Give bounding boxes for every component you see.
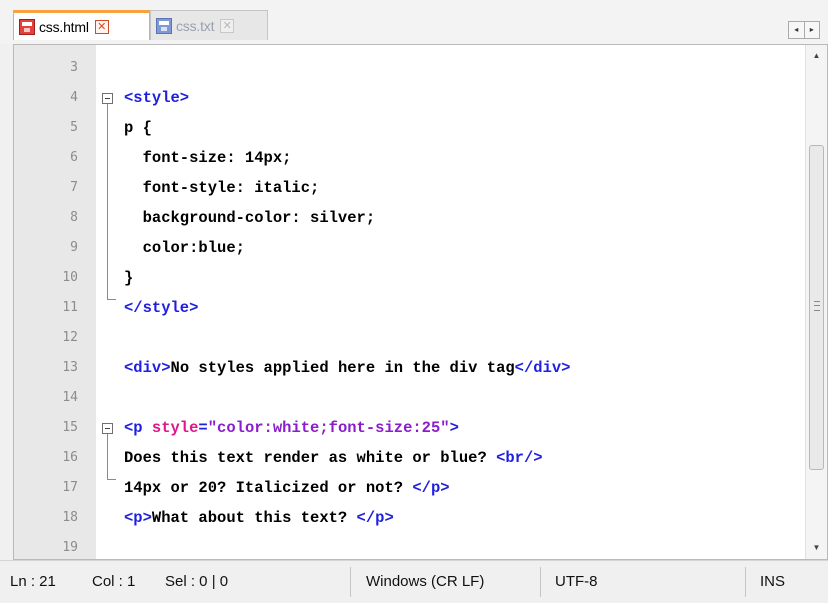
tab-scroll-buttons: ◂ ▸ bbox=[788, 21, 820, 39]
status-encoding: UTF-8 bbox=[555, 573, 598, 590]
tab-scroll-left-icon[interactable]: ◂ bbox=[789, 22, 804, 38]
line-number: 16 bbox=[62, 450, 78, 465]
save-blue-icon bbox=[156, 17, 172, 34]
line-number: 11 bbox=[62, 300, 78, 315]
code-text: background-color: silver; bbox=[124, 209, 376, 227]
line-number: 3 bbox=[70, 60, 78, 75]
html-tag: <p> bbox=[124, 509, 152, 527]
line-number: 10 bbox=[62, 270, 78, 285]
tab-label: css.txt bbox=[176, 17, 215, 34]
scroll-down-icon[interactable]: ▼ bbox=[806, 539, 827, 557]
line-number: 9 bbox=[70, 240, 78, 255]
code-line: 18 <p>What about this text? </p> bbox=[14, 503, 804, 533]
save-red-icon bbox=[19, 18, 35, 35]
code-text: color:blue; bbox=[124, 239, 245, 257]
status-divider bbox=[540, 567, 541, 597]
line-number: 12 bbox=[62, 330, 78, 345]
code-text: <p>What about this text? </p> bbox=[124, 503, 394, 533]
attribute-value: "color:white;font-size:25" bbox=[207, 419, 450, 437]
code-text: p { bbox=[124, 119, 152, 137]
vertical-scrollbar[interactable]: ▲ ▼ bbox=[805, 45, 827, 559]
code-editor[interactable]: 3 4 <style> 5 p { 6 font-size: 14px; 7 f… bbox=[13, 44, 828, 560]
status-column: Col : 1 bbox=[92, 573, 136, 590]
text-content: What about this text? bbox=[151, 509, 357, 527]
code-line: 11 </style> bbox=[14, 293, 804, 323]
code-text: </style> bbox=[124, 293, 198, 323]
code-text: <style> bbox=[124, 83, 189, 113]
code-line: 8 background-color: silver; bbox=[14, 203, 804, 233]
line-number: 19 bbox=[62, 540, 78, 555]
code-text: } bbox=[124, 269, 134, 287]
code-text: <p style="color:white;font-size:25"> bbox=[124, 413, 459, 443]
tab-scroll-right-icon[interactable]: ▸ bbox=[803, 22, 820, 38]
line-number: 4 bbox=[70, 90, 78, 105]
line-number: 6 bbox=[70, 150, 78, 165]
tab-css-txt[interactable]: css.txt ✕ bbox=[150, 10, 268, 40]
close-icon[interactable]: ✕ bbox=[220, 18, 235, 33]
html-tag: </div> bbox=[514, 359, 571, 377]
code-line: 15 <p style="color:white;font-size:25"> bbox=[14, 413, 804, 443]
code-line: 12 bbox=[14, 323, 804, 353]
status-divider bbox=[350, 567, 351, 597]
line-number: 7 bbox=[70, 180, 78, 195]
code-line: 13 <div>No styles applied here in the di… bbox=[14, 353, 804, 383]
text-content: Does this text render as white or blue? bbox=[124, 449, 497, 467]
html-tag: </p> bbox=[412, 479, 450, 497]
scrollbar-thumb[interactable] bbox=[809, 145, 824, 470]
line-number: 5 bbox=[70, 120, 78, 135]
code-line: 7 font-style: italic; bbox=[14, 173, 804, 203]
line-number: 18 bbox=[62, 510, 78, 525]
attribute-name: style bbox=[151, 419, 199, 437]
line-number: 13 bbox=[62, 360, 78, 375]
line-number: 14 bbox=[62, 390, 78, 405]
status-selection: Sel : 0 | 0 bbox=[165, 573, 229, 590]
code-text: font-size: 14px; bbox=[124, 149, 292, 167]
text-content: 14px or 20? Italicized or not? bbox=[124, 479, 413, 497]
status-eol: Windows (CR LF) bbox=[366, 573, 485, 590]
code-line: 6 font-size: 14px; bbox=[14, 143, 804, 173]
tab-css-html[interactable]: css.html ✕ bbox=[13, 10, 150, 40]
code-line: 17 14px or 20? Italicized or not? </p> bbox=[14, 473, 804, 503]
line-number: 15 bbox=[62, 420, 78, 435]
code-line: 19 bbox=[14, 533, 804, 563]
html-tag: </style> bbox=[124, 299, 199, 317]
status-divider bbox=[745, 567, 746, 597]
line-number: 8 bbox=[70, 210, 78, 225]
status-line: Ln : 21 bbox=[10, 573, 56, 590]
html-tag: <p bbox=[124, 419, 152, 437]
code-text: 14px or 20? Italicized or not? </p> bbox=[124, 473, 450, 503]
code-line: 3 bbox=[14, 53, 804, 83]
status-bar: Ln : 21 Col : 1 Sel : 0 | 0 Windows (CR … bbox=[0, 560, 828, 602]
scroll-up-icon[interactable]: ▲ bbox=[806, 47, 827, 65]
html-tag: > bbox=[449, 419, 459, 437]
equals-sign: = bbox=[198, 419, 208, 437]
grip-icon bbox=[814, 301, 820, 311]
code-text: font-style: italic; bbox=[124, 179, 320, 197]
tab-bar: css.html ✕ css.txt ✕ ◂ ▸ bbox=[0, 0, 828, 44]
close-icon[interactable]: ✕ bbox=[94, 19, 109, 34]
code-text: <div>No styles applied here in the div t… bbox=[124, 353, 570, 383]
code-line: 9 color:blue; bbox=[14, 233, 804, 263]
tab-label: css.html bbox=[39, 18, 89, 35]
status-insert-mode: INS bbox=[760, 573, 786, 590]
html-tag: <style> bbox=[124, 89, 190, 107]
text-content: No styles applied here in the div tag bbox=[170, 359, 515, 377]
code-line: 14 bbox=[14, 383, 804, 413]
line-number: 17 bbox=[62, 480, 78, 495]
code-line: 16 Does this text render as white or blu… bbox=[14, 443, 804, 473]
html-tag: </p> bbox=[356, 509, 394, 527]
code-line: 10 } bbox=[14, 263, 804, 293]
code-line: 4 <style> bbox=[14, 83, 804, 113]
html-tag: <div> bbox=[124, 359, 171, 377]
code-text: Does this text render as white or blue? … bbox=[124, 443, 543, 473]
code-line: 5 p { bbox=[14, 113, 804, 143]
html-tag: <br/> bbox=[496, 449, 543, 467]
